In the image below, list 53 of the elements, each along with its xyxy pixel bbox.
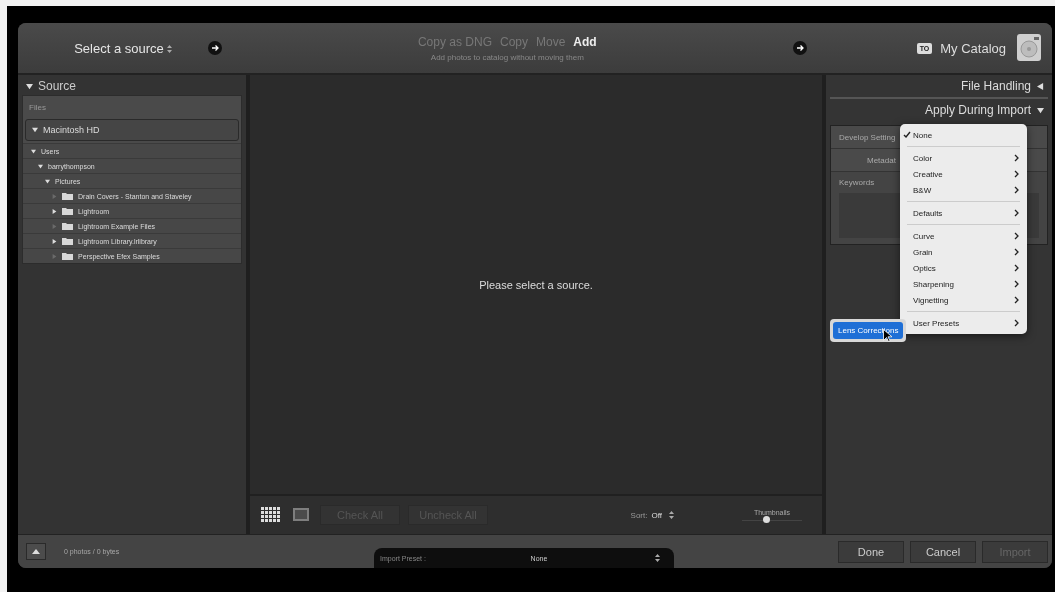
disclosure-triangle-icon[interactable]	[45, 178, 50, 184]
develop-settings-label: Develop Setting	[839, 132, 896, 142]
folder-icon	[62, 222, 73, 230]
folder-icon	[62, 192, 73, 200]
menu-item[interactable]: Defaults	[900, 205, 1027, 221]
metadata-label: Metadat	[867, 155, 896, 165]
disclosure-triangle-icon[interactable]	[1037, 106, 1044, 114]
mode-description: Add photos to catalog without moving them	[430, 52, 584, 62]
disclosure-triangle-icon[interactable]	[32, 127, 38, 133]
menu-item[interactable]: None	[900, 127, 1027, 143]
apply-during-import-header[interactable]: Apply During Import	[924, 103, 1031, 117]
sort-dropdown[interactable]: Off	[651, 510, 662, 520]
menu-item[interactable]: Optics	[900, 260, 1027, 276]
menu-item[interactable]: Color	[900, 150, 1027, 166]
sort-label: Sort:	[630, 510, 648, 520]
panel-title[interactable]: Source	[38, 79, 77, 93]
loupe-view-icon[interactable]	[290, 507, 312, 523]
disclosure-triangle-icon[interactable]	[31, 148, 36, 154]
empty-message: Please select a source.	[479, 278, 593, 291]
disclosure-triangle-icon[interactable]	[26, 82, 33, 90]
menu-item[interactable]: Vignetting	[900, 292, 1027, 308]
menu-item[interactable]: Sharpening	[900, 276, 1027, 292]
lens-corrections-item[interactable]: Lens Corrections	[833, 322, 904, 339]
source-selector[interactable]: Select a source	[38, 40, 208, 56]
menu-item[interactable]: Curve	[900, 228, 1027, 244]
dialog-button[interactable]: Done	[838, 540, 904, 563]
hard-drive-icon	[1014, 33, 1044, 63]
keywords-label: Keywords	[839, 178, 876, 187]
arrow-right-icon[interactable]	[792, 41, 807, 55]
up-down-arrows-icon[interactable]	[166, 44, 172, 53]
menu-item[interactable]: Creative	[900, 166, 1027, 182]
file-handling-header[interactable]: File Handling	[960, 79, 1031, 93]
folder-icon	[62, 252, 73, 260]
arrow-right-icon[interactable]	[208, 41, 222, 55]
menu-item[interactable]: Grain	[900, 244, 1027, 260]
folder-icon	[62, 237, 73, 245]
up-down-arrows-icon[interactable]	[655, 554, 660, 562]
expand-button[interactable]	[26, 543, 46, 560]
dialog-button[interactable]: Cancel	[910, 540, 976, 563]
disclosure-triangle-icon[interactable]	[38, 163, 43, 169]
disclosure-triangle-icon[interactable]	[52, 208, 57, 214]
folder-icon	[62, 207, 73, 215]
triangle-up-icon	[32, 549, 40, 554]
volume-label[interactable]: Macintosh HD	[43, 125, 100, 135]
catalog-label[interactable]: My Catalog	[940, 40, 1006, 56]
triangle-icon[interactable]	[1037, 82, 1044, 90]
disclosure-triangle-icon[interactable]	[52, 238, 57, 244]
import-mode-tab[interactable]: Add	[573, 34, 597, 49]
thumbnail-size-slider[interactable]	[763, 516, 770, 523]
menu-item[interactable]: B&W	[900, 182, 1027, 198]
grid-view-icon[interactable]	[260, 507, 282, 523]
section-label: Files	[28, 102, 47, 114]
up-down-arrows-icon[interactable]	[669, 511, 674, 519]
